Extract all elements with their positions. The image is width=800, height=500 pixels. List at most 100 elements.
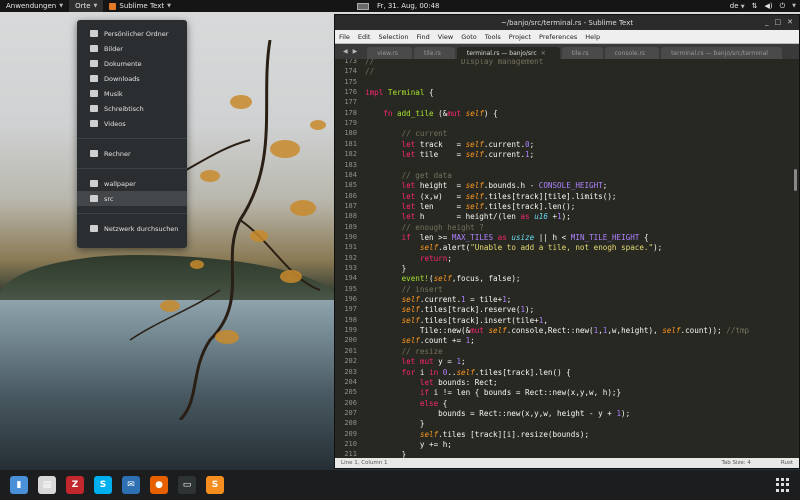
code-line[interactable]: return;	[365, 254, 452, 263]
volume-icon[interactable]: ◀)	[764, 2, 772, 10]
menu-edit[interactable]: Edit	[358, 33, 371, 41]
code-area[interactable]: // Display management// impl Terminal { f…	[365, 59, 795, 462]
menu-goto[interactable]: Goto	[461, 33, 477, 41]
computer-icon	[90, 150, 98, 157]
code-line[interactable]: bounds = Rect::new(x,y,w, height - y + 1…	[365, 409, 630, 418]
code-line[interactable]: else {	[365, 399, 447, 408]
code-line[interactable]: if i != len { bounds = Rect::new(x,y,w, …	[365, 388, 621, 397]
places-item-network[interactable]: Netzwerk durchsuchen	[77, 221, 187, 236]
file-manager-icon[interactable]: ▮	[10, 476, 28, 494]
places-item-documents[interactable]: Dokumente	[77, 56, 187, 71]
code-line[interactable]: y += h;	[365, 440, 452, 449]
code-line[interactable]: self.tiles[track].insert(tile+1,	[365, 316, 548, 325]
code-line[interactable]: }	[365, 264, 407, 273]
code-line[interactable]: self.alert("Unable to add a tile, not en…	[365, 243, 662, 252]
places-item-src[interactable]: src	[77, 191, 187, 206]
keyboard-layout-indicator[interactable]: de ▼	[730, 2, 745, 10]
code-line[interactable]: let tile = self.current.1;	[365, 150, 535, 159]
code-line[interactable]: self.tiles [track][i].resize(bounds);	[365, 430, 589, 439]
code-line[interactable]: }	[365, 419, 425, 428]
places-item-music[interactable]: Musik	[77, 86, 187, 101]
menu-bar: File Edit Selection Find View Goto Tools…	[335, 30, 799, 44]
places-item-pictures[interactable]: Bilder	[77, 41, 187, 56]
code-line[interactable]: let mut y = 1;	[365, 357, 466, 366]
tab-prev-icon[interactable]: ◀	[343, 48, 348, 55]
menu-help[interactable]: Help	[585, 33, 600, 41]
places-item-videos[interactable]: Videos	[77, 116, 187, 131]
line-number: 210	[344, 439, 357, 448]
code-line[interactable]: // current	[365, 129, 448, 138]
firefox-icon[interactable]: ●	[150, 476, 168, 494]
skype-icon[interactable]: S	[94, 476, 112, 494]
tab-tile-rs-2[interactable]: tile.rs	[561, 47, 603, 59]
line-number: 198	[344, 315, 357, 324]
places-menu-button[interactable]: Orte ▼	[69, 0, 104, 12]
code-line[interactable]: impl Terminal {	[365, 88, 434, 97]
tab-view-rs[interactable]: view.rs	[367, 47, 413, 59]
workspace-indicator-icon[interactable]	[357, 2, 369, 10]
sublime-icon[interactable]: S	[206, 476, 224, 494]
thunderbird-icon[interactable]: ✉	[122, 476, 140, 494]
clock[interactable]: Fr, 31. Aug, 00:48	[377, 2, 440, 10]
close-icon[interactable]: ✕	[787, 18, 793, 26]
code-line[interactable]: let bounds: Rect;	[365, 378, 498, 387]
menu-find[interactable]: Find	[416, 33, 429, 41]
code-line[interactable]: // Display management	[365, 59, 543, 66]
editor-scrollbar[interactable]	[794, 169, 797, 191]
wallpaper-leaf	[250, 230, 268, 242]
menu-file[interactable]: File	[339, 33, 350, 41]
tab-terminal-rs[interactable]: terminal.rs — banjo/src ✕	[456, 47, 560, 59]
window-titlebar[interactable]: ~/banjo/src/terminal.rs - Sublime Text _…	[335, 15, 799, 30]
code-line[interactable]: let len = self.tiles[track].len();	[365, 202, 576, 211]
code-line[interactable]: for i in 0..self.tiles[track].len() {	[365, 368, 571, 377]
code-line[interactable]: self.current.1 = tile+1;	[365, 295, 512, 304]
places-item-computer[interactable]: Rechner	[77, 146, 187, 161]
code-line[interactable]: // enough height ?	[365, 223, 484, 232]
code-line[interactable]: self.tiles[track].reserve(1);	[365, 305, 535, 314]
code-line[interactable]: //	[365, 67, 374, 76]
tab-terminal-rs-2[interactable]: terminal.rs — banjo/src/terminal	[661, 47, 782, 59]
power-icon[interactable]: ⏻	[780, 2, 786, 11]
code-line[interactable]: // insert	[365, 285, 443, 294]
code-editor[interactable]: 173 174 175 176 177 178 179 180 181 182 183 184 185 1…	[335, 59, 799, 462]
network-icon[interactable]: ⇅	[752, 2, 758, 10]
code-line[interactable]: let (x,w) = self.tiles[track][tile].limi…	[365, 192, 617, 201]
tab-tile-rs[interactable]: tile.rs	[414, 47, 455, 59]
code-line[interactable]: // get data	[365, 171, 452, 180]
app-menu-button[interactable]: Sublime Text ▼	[103, 0, 177, 12]
home-icon	[90, 30, 98, 37]
terminal-icon[interactable]: ▭	[178, 476, 196, 494]
syntax-selector[interactable]: Rust	[781, 460, 793, 466]
maximize-icon[interactable]: □	[775, 18, 782, 26]
tab-console-rs[interactable]: console.rs	[604, 47, 660, 59]
minimize-icon[interactable]: _	[765, 18, 769, 26]
chevron-down-icon[interactable]: ▼	[792, 3, 796, 9]
code-line[interactable]: Tile::new(&mut self.console,Rect::new(1,…	[365, 326, 749, 335]
archive-icon[interactable]: ▤	[38, 476, 56, 494]
code-line[interactable]: let track = self.current.0;	[365, 140, 535, 149]
menu-view[interactable]: View	[438, 33, 453, 41]
filezilla-icon[interactable]: Z	[66, 476, 84, 494]
places-item-desktop[interactable]: Schreibtisch	[77, 101, 187, 116]
tab-size-selector[interactable]: Tab Size: 4	[721, 460, 750, 466]
menu-preferences[interactable]: Preferences	[539, 33, 577, 41]
places-item-downloads[interactable]: Downloads	[77, 71, 187, 86]
code-line[interactable]: let h = height/(len as u16 +1);	[365, 212, 571, 221]
code-line[interactable]: event!(self,focus, false);	[365, 274, 521, 283]
app-grid-icon[interactable]	[776, 478, 790, 492]
code-line[interactable]: if len >= MAX_TILES as usize || h < MIN_…	[365, 233, 649, 242]
code-line[interactable]: let height = self.bounds.h - CONSOLE_HEI…	[365, 181, 608, 190]
line-number: 193	[344, 264, 357, 272]
code-line[interactable]: // resize	[365, 347, 443, 356]
line-number: 176	[344, 88, 357, 97]
tab-next-icon[interactable]: ▶	[353, 48, 358, 55]
places-item-wallpaper[interactable]: wallpaper	[77, 176, 187, 191]
activities-menu[interactable]: Anwendungen ▼	[0, 0, 69, 12]
menu-project[interactable]: Project	[509, 33, 531, 41]
code-line[interactable]: fn add_tile (&mut self) {	[365, 109, 497, 118]
menu-tools[interactable]: Tools	[485, 33, 501, 41]
menu-selection[interactable]: Selection	[378, 33, 408, 41]
close-icon[interactable]: ✕	[541, 50, 546, 57]
code-line[interactable]: self.count += 1;	[365, 336, 475, 345]
places-item-home[interactable]: Persönlicher Ordner	[77, 26, 187, 41]
